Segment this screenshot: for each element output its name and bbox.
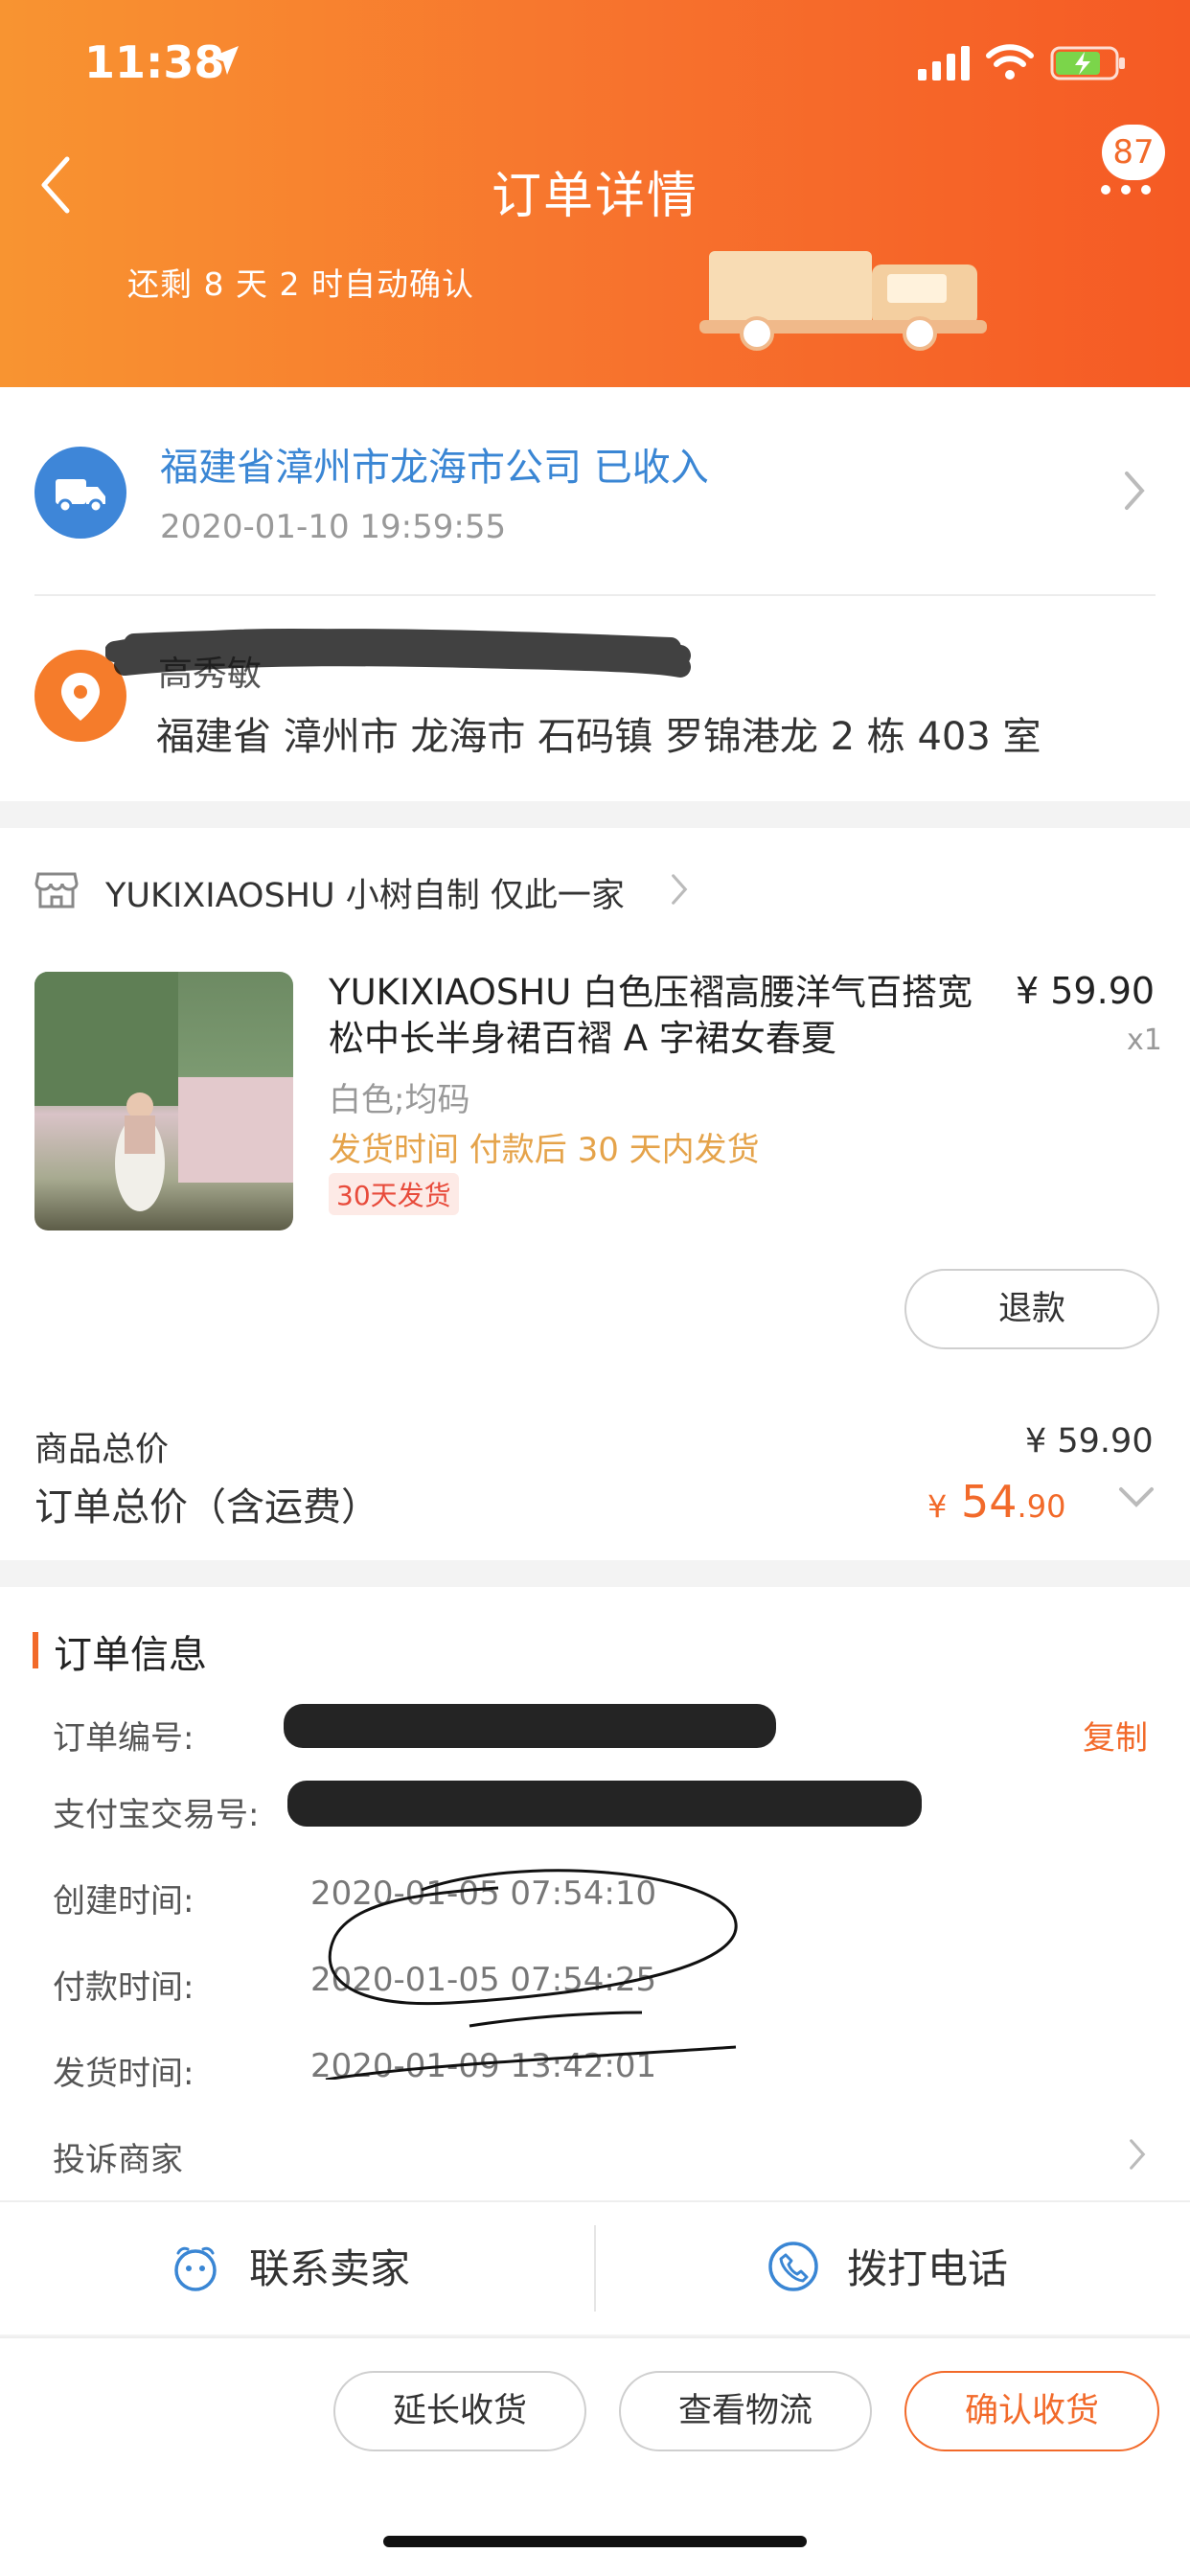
paid-time-label: 付款时间: <box>53 1968 195 2007</box>
currency-symbol: ¥ <box>927 1488 948 1525</box>
product-quantity: x1 <box>1127 1024 1162 1057</box>
auto-confirm-countdown: 还剩 8 天 2 时自动确认 <box>127 265 474 303</box>
shipping-tag: 30天发货 <box>329 1173 459 1215</box>
shop-name[interactable]: YUKIXIAOSHU 小树自制 仅此一家 <box>105 868 625 917</box>
page-title: 订单详情 <box>491 168 698 225</box>
product-title[interactable]: YUKIXIAOSHU 白色压褶高腰洋气百搭宽松中长半身裙百褶 A 字裙女春夏 <box>329 970 980 1062</box>
handwritten-circle-annotation <box>325 1869 738 2080</box>
order-info-title: 订单信息 <box>54 1633 207 1677</box>
shipping-time-note: 发货时间 付款后 30 天内发货 <box>329 1131 760 1169</box>
logistics-status[interactable]: 福建省漳州市龙海市公司 已收入 <box>160 436 709 492</box>
contact-seller-button[interactable]: 联系卖家 <box>169 2237 410 2295</box>
shop-icon <box>34 872 79 908</box>
call-phone-label: 拨打电话 <box>847 2245 1009 2292</box>
section-accent-bar <box>33 1632 38 1668</box>
product-price: ¥ 59.90 <box>1016 970 1156 1012</box>
order-number-label: 订单编号: <box>53 1719 195 1758</box>
phone-icon <box>768 2241 818 2291</box>
delivery-truck-illustration <box>699 251 987 351</box>
shop-chevron-icon[interactable] <box>669 872 690 907</box>
call-phone-button[interactable]: 拨打电话 <box>767 2237 1008 2295</box>
divider <box>594 2225 596 2312</box>
battery-charging-icon <box>1050 46 1125 80</box>
alipay-trade-no-label: 支付宝交易号: <box>53 1796 260 1834</box>
total-integer: 54 <box>960 1476 1018 1528</box>
created-time-label: 创建时间: <box>53 1882 195 1920</box>
view-logistics-button[interactable]: 查看物流 <box>619 2371 872 2451</box>
order-total-value: ¥ 54.90 <box>927 1476 1065 1528</box>
home-indicator[interactable] <box>383 2536 807 2547</box>
order-number-redacted <box>284 1704 776 1748</box>
confirm-receipt-button[interactable]: 确认收货 <box>904 2371 1159 2451</box>
refund-button[interactable]: 退款 <box>904 1269 1159 1349</box>
total-decimal: .90 <box>1017 1488 1066 1525</box>
extend-receipt-button[interactable]: 延长收货 <box>333 2371 586 2451</box>
seller-chat-icon <box>174 2246 217 2291</box>
copy-button[interactable]: 复制 <box>1083 1712 1148 1759</box>
complaint-label[interactable]: 投诉商家 <box>53 2133 183 2180</box>
goods-total-label: 商品总价 <box>34 1431 170 1469</box>
receiver-address: 福建省 漳州市 龙海市 石码镇 罗锦港龙 2 栋 403 室 <box>156 715 1041 759</box>
chevron-right-icon[interactable] <box>1121 470 1148 512</box>
contact-seller-label: 联系卖家 <box>249 2245 411 2292</box>
alipay-trade-no-redacted <box>287 1781 922 1827</box>
complaint-chevron-icon[interactable] <box>1127 2137 1148 2172</box>
wifi-icon <box>986 44 1034 80</box>
shipped-time-label: 发货时间: <box>53 2055 195 2093</box>
order-total-label: 订单总价（含运费） <box>34 1485 379 1530</box>
signal-icon <box>918 46 970 80</box>
more-icon[interactable] <box>1100 184 1152 196</box>
logistics-time: 2020-01-10 19:59:55 <box>160 508 507 546</box>
product-image[interactable] <box>34 972 293 1230</box>
product-sku: 白色;均码 <box>329 1081 470 1119</box>
message-count-badge[interactable]: 87 <box>1102 125 1165 180</box>
location-arrow-icon <box>210 46 239 75</box>
logistics-truck-icon <box>34 447 126 539</box>
divider <box>34 594 1156 596</box>
goods-total-value: ¥ 59.90 <box>1025 1422 1154 1460</box>
order-header: 11:38 订单详情 87 还剩 8 天 2 时自动确认 <box>0 0 1190 387</box>
chevron-down-icon[interactable] <box>1117 1484 1156 1510</box>
redaction-scribble <box>105 629 691 678</box>
status-time: 11:38 <box>84 36 225 88</box>
